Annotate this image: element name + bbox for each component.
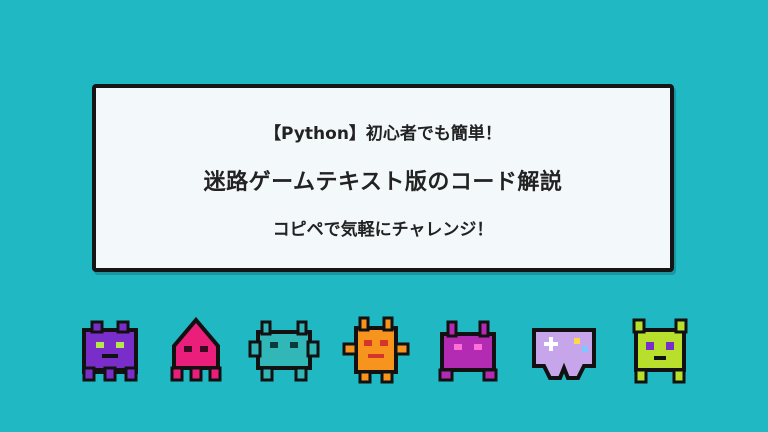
tagline-text: コピペで気軽にチャレンジ！ bbox=[272, 220, 494, 240]
main-title: 迷路ゲームテキスト版のコード解説 bbox=[203, 170, 563, 195]
lavender-gamepad-icon bbox=[524, 316, 604, 388]
lime-invader-icon bbox=[624, 316, 696, 388]
purple-octopus-invader-icon bbox=[74, 316, 146, 388]
orange-monster-icon bbox=[340, 316, 412, 388]
magenta-crab-invader-icon bbox=[432, 316, 504, 388]
title-card: 【Python】初心者でも簡単！ 迷路ゲームテキスト版のコード解説 コピペで気軽… bbox=[92, 84, 674, 272]
pink-squid-invader-icon bbox=[160, 316, 232, 388]
teal-crab-invader-icon bbox=[248, 316, 320, 388]
subtitle-text: 【Python】初心者でも簡単！ bbox=[264, 124, 502, 144]
